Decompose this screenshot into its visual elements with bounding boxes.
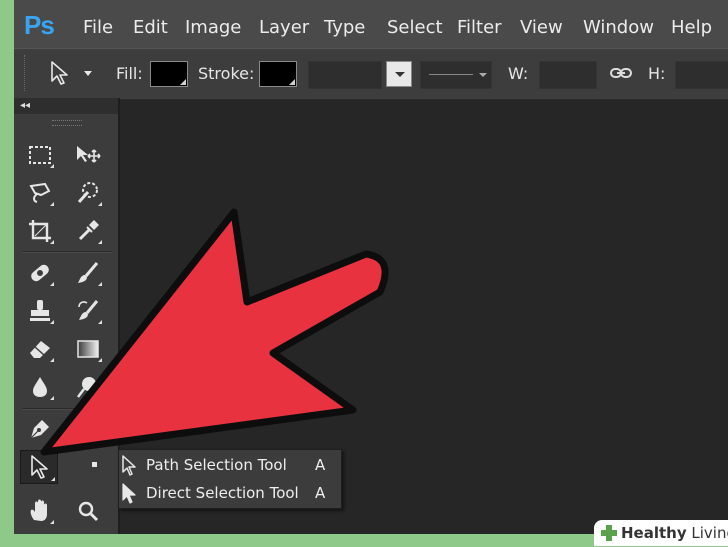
move-tool[interactable]: [72, 140, 104, 170]
stroke-width-field[interactable]: [308, 61, 382, 89]
stroke-width-dropdown[interactable]: [386, 61, 412, 87]
options-bar: Fill: Stroke: W: H:: [14, 48, 728, 100]
height-field[interactable]: [675, 61, 728, 89]
menu-help[interactable]: Help: [671, 17, 712, 38]
fill-label: Fill:: [116, 64, 143, 83]
rectangular-marquee-tool[interactable]: [24, 140, 56, 170]
dodge-tool[interactable]: [72, 372, 104, 402]
flyout-item-label: Path Selection Tool: [146, 456, 287, 474]
clone-stamp-tool[interactable]: [24, 296, 56, 326]
blur-tool[interactable]: [24, 372, 56, 402]
flyout-item-direct-selection[interactable]: Direct Selection Tool A: [119, 479, 341, 507]
history-brush-tool[interactable]: [72, 296, 104, 326]
height-label: H:: [648, 64, 666, 83]
marquee-icon: [29, 146, 51, 164]
stroke-label: Stroke:: [198, 64, 255, 83]
plus-logo-icon: [600, 524, 618, 542]
chevron-down-icon: [479, 73, 487, 77]
brush-tool[interactable]: [72, 258, 104, 288]
stroke-type-dropdown[interactable]: [420, 61, 492, 89]
direct-selection-arrow-icon: [119, 483, 141, 510]
move-icon: [77, 146, 101, 163]
menu-filter[interactable]: Filter: [457, 17, 502, 38]
active-bullet-icon: [92, 462, 97, 467]
eraser-tool[interactable]: [24, 334, 56, 364]
eyedropper-tool[interactable]: [72, 216, 104, 246]
watermark-text: Healthy Living: [621, 524, 728, 542]
menu-view[interactable]: View: [520, 17, 563, 38]
gradient-tool[interactable]: [72, 334, 104, 364]
photoshop-window: Ps File Edit Image Layer Type Select Fil…: [14, 0, 728, 534]
stroke-line-preview: [429, 74, 473, 75]
flyout-item-shortcut: A: [315, 484, 326, 502]
zoom-tool[interactable]: [72, 496, 104, 526]
hand-tool[interactable]: [24, 496, 56, 526]
path-selection-flyout: Path Selection Tool A Direct Selection T…: [92, 449, 342, 509]
spot-healing-tool[interactable]: [24, 258, 56, 288]
tools-panel: ◂◂: [14, 98, 120, 534]
panel-collapse-button[interactable]: ◂◂: [14, 98, 118, 114]
panel-grip[interactable]: [52, 120, 82, 126]
width-label: W:: [508, 64, 529, 83]
type-tool[interactable]: [72, 414, 104, 444]
menu-type[interactable]: Type: [324, 17, 365, 38]
zoom-icon: [78, 501, 99, 522]
flyout-item-shortcut: A: [315, 456, 326, 474]
path-selection-arrow-icon: [31, 455, 48, 479]
photoshop-logo: Ps: [24, 10, 55, 40]
menu-file[interactable]: File: [83, 17, 113, 38]
tool-preset-dropdown-icon[interactable]: [84, 71, 92, 76]
menu-edit[interactable]: Edit: [133, 17, 168, 38]
flyout-item-label: Direct Selection Tool: [146, 484, 299, 502]
menu-layer[interactable]: Layer: [259, 17, 309, 38]
lasso-tool[interactable]: [24, 178, 56, 208]
menu-image[interactable]: Image: [185, 17, 241, 38]
menu-select[interactable]: Select: [387, 17, 443, 38]
fill-swatch[interactable]: [150, 61, 188, 87]
tool-separator: [22, 408, 112, 410]
stroke-swatch[interactable]: [259, 61, 297, 87]
healthy-living-watermark: Healthy Living: [594, 520, 728, 546]
tool-preset-arrow-icon[interactable]: [48, 59, 70, 92]
link-icon[interactable]: [610, 65, 632, 86]
tool-separator: [22, 251, 112, 253]
options-grip: [24, 55, 26, 91]
width-field[interactable]: [539, 61, 597, 89]
path-selection-arrow-icon: [119, 455, 141, 482]
menu-bar: Ps File Edit Image Layer Type Select Fil…: [14, 0, 728, 48]
menu-window[interactable]: Window: [583, 17, 654, 38]
flyout-item-path-selection[interactable]: Path Selection Tool A: [92, 451, 341, 482]
quick-selection-tool[interactable]: [72, 178, 104, 208]
crop-tool[interactable]: [24, 216, 56, 246]
path-selection-tool[interactable]: [20, 450, 58, 484]
pen-tool[interactable]: [24, 414, 56, 444]
